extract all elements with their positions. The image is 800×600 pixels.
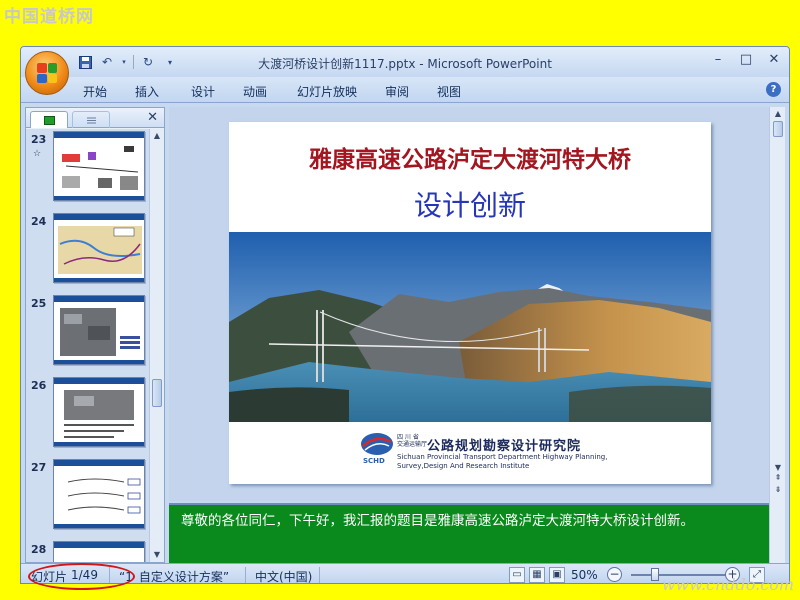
thumbnail-list: 23 ☆ 24 25 26 27 28: [26, 129, 150, 562]
tab-animations[interactable]: 动画: [243, 83, 267, 100]
help-icon[interactable]: ?: [766, 82, 781, 97]
bridge-landscape-photo: [229, 232, 711, 422]
outline-tab[interactable]: [72, 111, 110, 128]
slides-tab-icon: [43, 115, 55, 125]
thumbnail-number: 23: [31, 133, 47, 146]
zoom-level[interactable]: 50%: [571, 568, 598, 582]
notes-pane[interactable]: 尊敬的各位同仁，下午好，我汇报的题目是雅康高速公路泸定大渡河特大桥设计创新。: [169, 503, 769, 563]
scrollbar-thumb[interactable]: [152, 379, 162, 407]
scrollbar-thumb[interactable]: [773, 121, 783, 137]
tab-insert[interactable]: 插入: [135, 83, 159, 100]
thumbnail-row[interactable]: 26: [26, 377, 150, 459]
tab-home[interactable]: 开始: [83, 83, 107, 100]
thumbnail-number: 28: [31, 543, 47, 556]
logo-org-name-cn: 公路规划勘察设计研究院: [427, 439, 582, 454]
slide-thumbnail[interactable]: [53, 295, 145, 365]
thumbnail-number: 25: [31, 297, 47, 310]
language[interactable]: 中文(中国): [255, 568, 312, 583]
zoom-slider-knob[interactable]: [651, 568, 659, 581]
scroll-up-icon[interactable]: ▲: [152, 131, 162, 141]
slide-thumbnail[interactable]: [53, 459, 145, 529]
slide-thumbnail[interactable]: [53, 541, 145, 562]
animation-star-icon: ☆: [33, 149, 42, 159]
current-slide[interactable]: 雅康高速公路泸定大渡河特大桥 设计创新 SCHD 四 川 省 交通运输厅 公路规…: [229, 122, 711, 484]
thumbnail-row[interactable]: 23 ☆: [26, 131, 150, 213]
thumbnail-row[interactable]: 24: [26, 213, 150, 295]
tab-review[interactable]: 审阅: [385, 83, 409, 100]
watermark-top: 中国道桥网: [4, 7, 94, 27]
tab-slideshow[interactable]: 幻灯片放映: [297, 83, 357, 100]
thumbnail-row[interactable]: 27: [26, 459, 150, 541]
watermark-bottom: www.cnddo.com: [661, 575, 794, 594]
close-panel-icon[interactable]: ✕: [147, 110, 158, 125]
ribbon-tabs: 开始 插入 设计 动画 幻灯片放映 审阅 视图 ?: [21, 77, 789, 103]
slides-panel-header: ✕: [26, 108, 164, 128]
office-button[interactable]: [25, 51, 69, 95]
thumbnail-row[interactable]: 28: [26, 541, 150, 562]
slide-thumbnail[interactable]: [53, 131, 145, 201]
slide-scrollbar[interactable]: ▲ ▼ ⇞ ⇟: [769, 107, 785, 563]
outline-tab-icon: [86, 117, 96, 123]
svg-text:SCHD: SCHD: [363, 457, 385, 465]
logo-org-name-en: Sichuan Provincial Transport Department …: [397, 453, 608, 470]
slides-tab[interactable]: [30, 111, 68, 128]
thumbnail-number: 24: [31, 215, 47, 228]
thumbnail-row[interactable]: 25: [26, 295, 150, 377]
thumbnail-scrollbar[interactable]: ▲ ▼: [149, 129, 164, 562]
slideshow-view-icon[interactable]: ▣: [549, 567, 565, 583]
title-bar: ↶ ▾ ↻ ▾ 大渡河桥设计创新1117.pptx - Microsoft Po…: [21, 47, 789, 77]
zoom-out-button[interactable]: −: [607, 567, 622, 582]
scroll-down-icon[interactable]: ▼: [152, 550, 162, 560]
logo-org-small: 四 川 省 交通运输厅: [397, 434, 428, 448]
normal-view-icon[interactable]: ▭: [509, 567, 525, 583]
office-logo-icon: [37, 63, 57, 83]
slides-panel: ✕ 23 ☆ 24 25 26 27 28 ▲ ▼: [25, 107, 165, 563]
slide-thumbnail[interactable]: [53, 377, 145, 447]
slide-sorter-icon[interactable]: ▦: [529, 567, 545, 583]
powerpoint-window: ↶ ▾ ↻ ▾ 大渡河桥设计创新1117.pptx - Microsoft Po…: [20, 46, 790, 584]
close-button[interactable]: ✕: [767, 52, 781, 67]
slide-title[interactable]: 雅康高速公路泸定大渡河特大桥: [229, 140, 711, 174]
annotation-ellipse: [28, 563, 135, 590]
scroll-up-icon[interactable]: ▲: [773, 109, 783, 119]
tab-design[interactable]: 设计: [191, 83, 215, 100]
minimize-button[interactable]: –: [711, 52, 725, 67]
scroll-down-icon[interactable]: ▼: [773, 463, 783, 473]
slide-editing-area: 雅康高速公路泸定大渡河特大桥 设计创新 SCHD 四 川 省 交通运输厅 公路规…: [169, 107, 769, 501]
slide-thumbnail[interactable]: [53, 213, 145, 283]
tab-view[interactable]: 视图: [437, 83, 461, 100]
window-title: 大渡河桥设计创新1117.pptx - Microsoft PowerPoint: [258, 57, 552, 71]
window-controls: – □ ✕: [711, 52, 781, 67]
slide-subtitle[interactable]: 设计创新: [229, 184, 711, 224]
thumbnail-number: 27: [31, 461, 47, 474]
maximize-button[interactable]: □: [739, 52, 753, 67]
next-slide-icon[interactable]: ⇟: [773, 485, 783, 495]
thumbnail-number: 26: [31, 379, 47, 392]
notes-text[interactable]: 尊敬的各位同仁，下午好，我汇报的题目是雅康高速公路泸定大渡河特大桥设计创新。: [181, 512, 757, 531]
previous-slide-icon[interactable]: ⇞: [773, 473, 783, 483]
theme-name[interactable]: “1_自定义设计方案”: [119, 568, 229, 583]
